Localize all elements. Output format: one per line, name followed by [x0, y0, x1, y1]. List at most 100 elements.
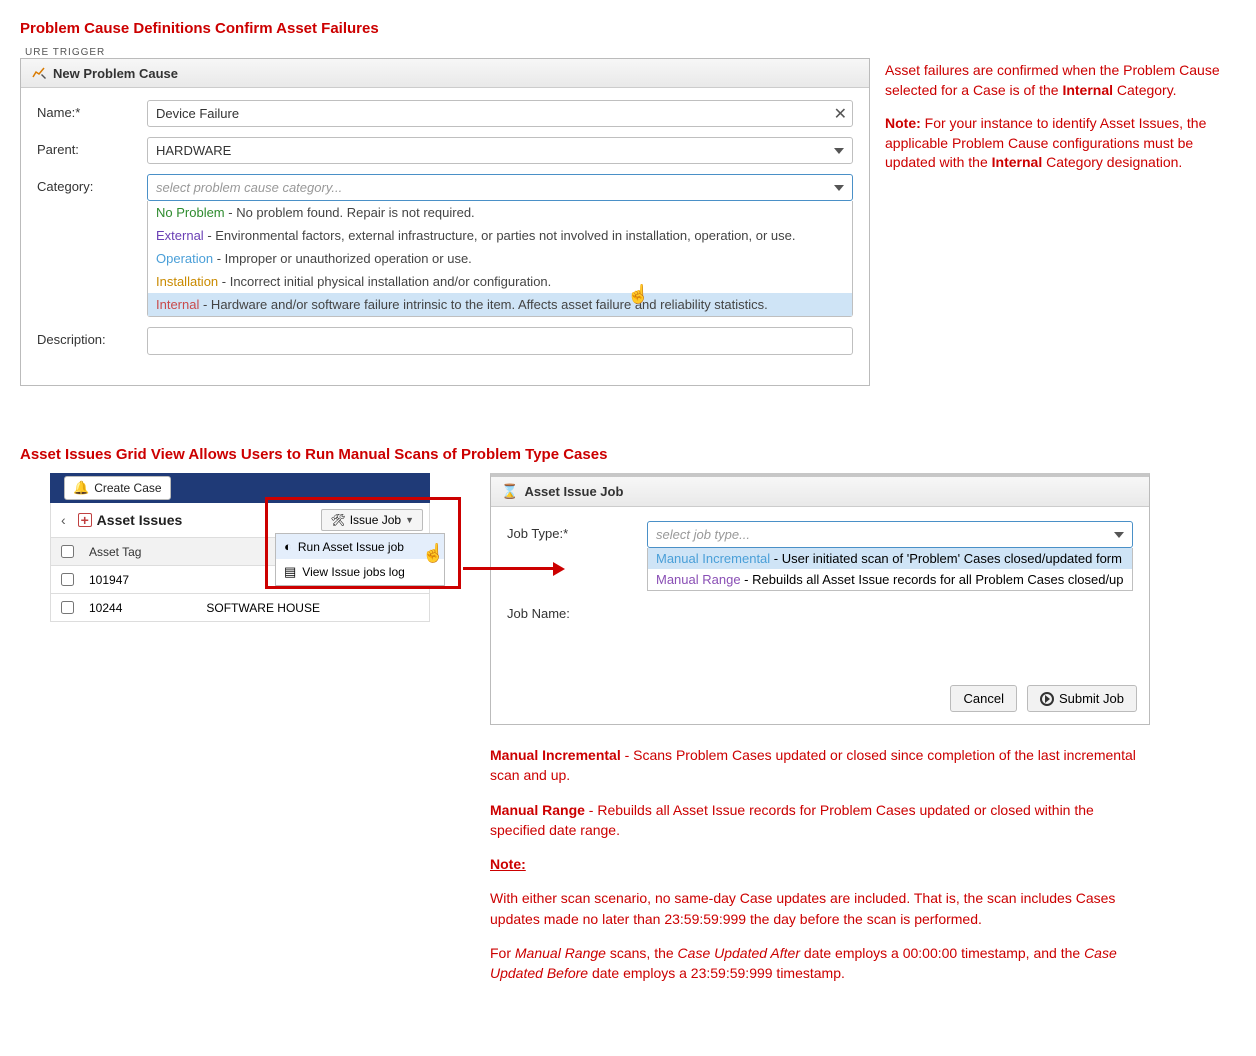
job-type-dropdown-list: Manual Incremental - User initiated scan…: [647, 548, 1133, 591]
row-checkbox[interactable]: [61, 601, 74, 614]
submit-label: Submit Job: [1059, 691, 1124, 706]
parent-dropdown[interactable]: HARDWARE: [147, 137, 853, 164]
chevron-down-icon: ▼: [405, 515, 414, 525]
chevron-down-icon: [834, 185, 844, 191]
note-mr-label: Manual Range: [490, 802, 585, 818]
note-n2: scans, the: [606, 945, 678, 961]
category-dropdown-list: No Problem - No problem found. Repair is…: [147, 201, 853, 317]
note-n2: date employs a 00:00:00 timestamp, and t…: [800, 945, 1084, 961]
create-case-label: Create Case: [94, 481, 161, 495]
menu-view-issue-jobs-log[interactable]: View Issue jobs log: [276, 559, 444, 585]
gauge-icon: [284, 539, 292, 554]
issue-job-menu: Run Asset Issue job View Issue jobs log: [275, 533, 445, 586]
job-type-option-desc: - Rebuilds all Asset Issue records for a…: [741, 572, 1124, 587]
label-parent: Parent:: [37, 137, 147, 157]
tools-icon: [330, 513, 345, 527]
category-option[interactable]: Installation - Incorrect initial physica…: [148, 270, 852, 293]
section1-aside: Asset failures are confirmed when the Pr…: [885, 47, 1236, 386]
grid-title: + Asset Issues: [78, 512, 183, 528]
create-case-button[interactable]: 🔔 Create Case: [64, 476, 171, 500]
issue-job-label: Issue Job: [350, 513, 401, 527]
job-type-dropdown[interactable]: select job type...: [647, 521, 1133, 548]
category-option-desc: - Environmental factors, external infras…: [204, 228, 796, 243]
cancel-label: Cancel: [963, 691, 1003, 706]
menu-log-label: View Issue jobs log: [302, 565, 405, 579]
aside-internal-1: Internal: [1062, 82, 1113, 98]
menu-run-label: Run Asset Issue job: [298, 540, 404, 554]
play-icon: [1040, 692, 1054, 706]
cell-extra: SOFTWARE HOUSE: [200, 594, 429, 622]
job-type-option[interactable]: Manual Range - Rebuilds all Asset Issue …: [648, 569, 1132, 590]
category-dropdown-placeholder: select problem cause category...: [156, 180, 342, 195]
chevron-down-icon: [1114, 532, 1124, 538]
note-n2: date employs a 23:59:59:999 timestamp.: [588, 965, 845, 981]
note-n2-mr: Manual Range: [515, 945, 606, 961]
cell-asset-tag: 101947: [83, 566, 200, 594]
note-mi-label: Manual Incremental: [490, 747, 621, 763]
grid-title-text: Asset Issues: [97, 512, 183, 528]
col-asset-tag[interactable]: Asset Tag: [83, 538, 200, 566]
category-option-desc: - No problem found. Repair is not requir…: [225, 205, 475, 220]
document-icon: [284, 564, 296, 580]
note-label: Note:: [490, 856, 526, 872]
category-option-desc: - Hardware and/or software failure intri…: [199, 297, 767, 312]
bell-icon: 🔔: [73, 480, 89, 496]
note-label: Note:: [885, 115, 921, 131]
asset-issue-job-panel: ⌛ Asset Issue Job Job Type:* select job …: [490, 473, 1150, 725]
panel-title: New Problem Cause: [53, 66, 178, 81]
back-chevron-icon[interactable]: ‹: [57, 510, 70, 530]
label-category: Category:: [37, 174, 147, 194]
category-option[interactable]: No Problem - No problem found. Repair is…: [148, 201, 852, 224]
label-name: Name:*: [37, 100, 147, 120]
category-option[interactable]: Operation - Improper or unauthorized ope…: [148, 247, 852, 270]
note-n2: For: [490, 945, 515, 961]
aij-title: Asset Issue Job: [524, 484, 623, 499]
label-job-name: Job Name:: [507, 601, 647, 621]
parent-dropdown-value: HARDWARE: [156, 143, 231, 158]
category-option[interactable]: External - Environmental factors, extern…: [148, 224, 852, 247]
job-type-option-name: Manual Range: [656, 572, 741, 587]
cancel-button[interactable]: Cancel: [950, 685, 1016, 712]
label-description: Description:: [37, 327, 147, 347]
aside-text: Category.: [1113, 82, 1177, 98]
chart-edit-icon: [31, 65, 47, 81]
job-type-option-desc: - User initiated scan of 'Problem' Cases…: [770, 551, 1122, 566]
app-navbar: 🔔 Create Case: [50, 473, 430, 503]
aside-internal-2: Internal: [992, 154, 1043, 170]
submit-job-button[interactable]: Submit Job: [1027, 685, 1137, 712]
category-option[interactable]: Internal - Hardware and/or software fail…: [148, 293, 852, 316]
new-problem-cause-panel: New Problem Cause Name:* ✕ Parent:: [20, 58, 870, 386]
note-n2-cua: Case Updated After: [678, 945, 800, 961]
chevron-down-icon: [834, 148, 844, 154]
job-type-option[interactable]: Manual Incremental - User initiated scan…: [648, 548, 1132, 569]
name-field[interactable]: [147, 100, 853, 127]
menu-run-asset-issue-job[interactable]: Run Asset Issue job: [276, 534, 444, 559]
clear-icon[interactable]: ✕: [834, 104, 847, 124]
issue-job-button[interactable]: Issue Job ▼: [321, 509, 423, 531]
category-option-name: No Problem: [156, 205, 225, 220]
category-option-name: External: [156, 228, 204, 243]
category-option-name: Internal: [156, 297, 199, 312]
aside-text: Category designation.: [1042, 154, 1182, 170]
select-all-checkbox[interactable]: [61, 545, 74, 558]
category-dropdown[interactable]: select problem cause category...: [147, 174, 853, 201]
hourglass-icon: ⌛: [501, 483, 518, 500]
section2-notes: Manual Incremental - Scans Problem Cases…: [490, 745, 1150, 984]
background-hint-text: URE TRIGGER: [25, 47, 870, 58]
label-job-type: Job Type:*: [507, 521, 647, 541]
note-n1: With either scan scenario, no same-day C…: [490, 888, 1150, 929]
job-type-placeholder: select job type...: [656, 527, 750, 542]
callout-arrow: [463, 567, 553, 570]
section1-heading: Problem Cause Definitions Confirm Asset …: [20, 20, 1236, 37]
section2-heading: Asset Issues Grid View Allows Users to R…: [20, 446, 1236, 463]
row-checkbox[interactable]: [61, 573, 74, 586]
kit-plus-icon: +: [78, 513, 92, 527]
description-field[interactable]: [147, 327, 853, 355]
cell-asset-tag: 10244: [83, 594, 200, 622]
category-option-desc: - Incorrect initial physical installatio…: [218, 274, 551, 289]
category-option-desc: - Improper or unauthorized operation or …: [213, 251, 472, 266]
category-option-name: Installation: [156, 274, 218, 289]
job-type-option-name: Manual Incremental: [656, 551, 770, 566]
table-row[interactable]: 10244SOFTWARE HOUSE: [51, 594, 429, 622]
category-option-name: Operation: [156, 251, 213, 266]
